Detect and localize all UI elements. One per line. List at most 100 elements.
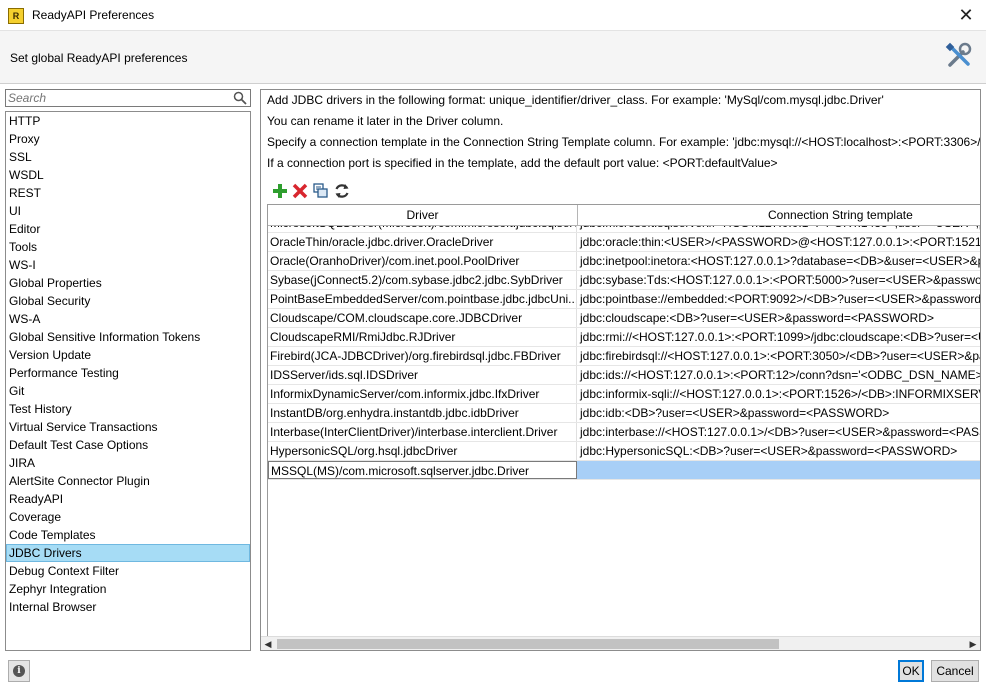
driver-cell[interactable]: Interbase(InterClientDriver)/interbase.i… [268,423,577,441]
connection-string-cell[interactable]: jdbc:idb:<DB>?user=<USER>&password=<PASS… [578,404,980,422]
sidebar-item[interactable]: Coverage [6,508,250,526]
sidebar-item[interactable]: Virtual Service Transactions [6,418,250,436]
sidebar-item[interactable]: Internal Browser [6,598,250,616]
table-row[interactable]: HypersonicSQL/org.hsql.jdbcDriver jdbc:Hy… [268,442,980,461]
sidebar-item[interactable]: WS-A [6,310,250,328]
preferences-sidebar: HTTPProxySSLWSDLRESTUIEditorToolsWS-IGlo… [5,89,251,651]
sidebar-item[interactable]: Global Sensitive Information Tokens [6,328,250,346]
table-body: MicrosoftSQLServer(Microsoft)/com.micros… [268,226,980,486]
driver-cell[interactable]: OracleThin/oracle.jdbc.driver.OracleDriv… [268,233,577,251]
table-row[interactable]: MicrosoftSQLServer(Microsoft)/com.micros… [268,226,980,233]
scroll-right-arrow[interactable]: ▶ [966,637,980,650]
table-row[interactable]: MSSQL(MS)/com.microsoft.sqlserver.jdbc.D… [268,461,980,480]
connection-string-cell[interactable]: jdbc:pointbase://embedded:<PORT:9092>/<D… [578,290,980,308]
sidebar-item[interactable]: SSL [6,148,250,166]
sidebar-item[interactable]: AlertSite Connector Plugin [6,472,250,490]
sidebar-item[interactable]: ReadyAPI [6,490,250,508]
dialog-header: Set global ReadyAPI preferences [0,31,986,84]
sidebar-item[interactable]: JDBC Drivers [6,544,250,562]
sidebar-item[interactable]: WS-I [6,256,250,274]
table-header: Driver Connection String template [268,205,980,226]
table-row[interactable]: Interbase(InterClientDriver)/interbase.i… [268,423,980,442]
table-row[interactable]: IDSServer/ids.sql.IDSDriver jdbc:ids://<H… [268,366,980,385]
column-header-driver[interactable]: Driver [268,205,578,225]
copy-icon[interactable] [312,182,330,200]
search-icon[interactable] [233,91,247,105]
sidebar-item[interactable]: Zephyr Integration [6,580,250,598]
driver-cell[interactable]: Sybase(jConnect5.2)/com.sybase.jdbc2.jdb… [268,271,577,289]
connection-string-cell[interactable]: jdbc:informix-sqli://<HOST:127.0.0.1>:<P… [578,385,980,403]
connection-string-cell[interactable]: jdbc:sybase:Tds:<HOST:127.0.0.1>:<PORT:5… [578,271,980,289]
close-button[interactable]: ✕ [954,4,978,26]
table-row[interactable]: InformixDynamicServer/com.informix.jdbc.… [268,385,980,404]
table-row[interactable]: InstantDB/org.enhydra.instantdb.jdbc.idb… [268,404,980,423]
driver-cell[interactable]: Oracle(OranhoDriver)/com.inet.pool.PoolD… [268,252,577,270]
sidebar-item[interactable]: Test History [6,400,250,418]
sidebar-item[interactable]: Global Security [6,292,250,310]
readyapi-logo-icon: R [8,8,24,24]
table-row[interactable]: Sybase(jConnect5.2)/com.sybase.jdbc2.jdb… [268,271,980,290]
driver-cell[interactable]: Cloudscape/COM.cloudscape.core.JDBCDrive… [268,309,577,327]
refresh-icon[interactable] [333,182,351,200]
sidebar-item[interactable]: Global Properties [6,274,250,292]
sidebar-item[interactable]: REST [6,184,250,202]
table-row[interactable]: Firebird(JCA-JDBCDriver)/org.firebirdsql… [268,347,980,366]
ok-button[interactable]: OK [898,660,924,682]
tools-icon [945,42,972,67]
sidebar-item[interactable]: Git [6,382,250,400]
driver-cell[interactable]: Firebird(JCA-JDBCDriver)/org.firebirdsql… [268,347,577,365]
preferences-list: HTTP Proxy SSL WSDL REST UI Editor Tools WS-I Glo… [5,111,251,651]
sidebar-item[interactable]: Proxy [6,130,250,148]
column-header-connection-string[interactable]: Connection String template [578,205,980,225]
connection-string-cell[interactable]: jdbc:inetpool:inetora:<HOST:127.0.0.1>?d… [578,252,980,270]
horizontal-scrollbar[interactable]: ◀ ▶ [261,636,980,650]
table-row[interactable]: PointBaseEmbeddedServer/com.pointbase.jd… [268,290,980,309]
driver-cell[interactable]: InformixDynamicServer/com.informix.jdbc.… [268,385,577,403]
connection-string-cell[interactable]: jdbc:microsoft:sqlserver://<HOST:127.0.0… [578,226,980,232]
info-line: Add JDBC drivers in the following format… [267,93,884,107]
driver-cell[interactable]: CloudscapeRMI/RmiJdbc.RJDriver [268,328,577,346]
connection-string-cell[interactable] [578,461,980,479]
table-row[interactable]: CloudscapeRMI/RmiJdbc.RJDriver jdbc:rmi:/… [268,328,980,347]
info-line: If a connection port is specified in the… [267,156,778,170]
info-line: Specify a connection template in the Con… [267,135,981,149]
sidebar-item[interactable]: Tools [6,238,250,256]
remove-icon[interactable] [291,182,309,200]
sidebar-item[interactable]: Default Test Case Options [6,436,250,454]
sidebar-item[interactable]: Performance Testing [6,364,250,382]
connection-string-cell[interactable]: jdbc:firebirdsql://<HOST:127.0.0.1>:<POR… [578,347,980,365]
driver-cell[interactable]: InstantDB/org.enhydra.instantdb.jdbc.idb… [268,404,577,422]
drivers-table: Driver Connection String template Micros… [267,204,980,636]
sidebar-item[interactable]: Editor [6,220,250,238]
connection-string-cell[interactable]: jdbc:cloudscape:<DB>?user=<USER>&passwor… [578,309,980,327]
connection-string-cell[interactable]: jdbc:HypersonicSQL:<DB>?user=<USER>&pass… [578,442,980,460]
sidebar-item[interactable]: WSDL [6,166,250,184]
connection-string-cell[interactable]: jdbc:interbase://<HOST:127.0.0.1>/<DB>?u… [578,423,980,441]
sidebar-item[interactable]: Code Templates [6,526,250,544]
driver-cell[interactable]: MSSQL(MS)/com.microsoft.sqlserver.jdbc.D… [268,461,577,479]
sidebar-item[interactable]: Version Update [6,346,250,364]
cancel-button[interactable]: Cancel [931,660,979,682]
table-row[interactable]: Oracle(OranhoDriver)/com.inet.pool.PoolD… [268,252,980,271]
driver-cell[interactable]: PointBaseEmbeddedServer/com.pointbase.jd… [268,290,577,308]
search-box [5,89,251,107]
title-bar: R ReadyAPI Preferences ✕ [0,0,986,31]
driver-cell[interactable]: HypersonicSQL/org.hsql.jdbcDriver [268,442,577,460]
connection-string-cell[interactable]: jdbc:rmi://<HOST:127.0.0.1>:<PORT:1099>/… [578,328,980,346]
sidebar-item[interactable]: HTTP [6,112,250,130]
driver-cell[interactable]: MicrosoftSQLServer(Microsoft)/com.micros… [268,226,577,232]
table-row[interactable]: Cloudscape/COM.cloudscape.core.JDBCDrive… [268,309,980,328]
scroll-left-arrow[interactable]: ◀ [261,637,275,650]
sidebar-item[interactable]: UI [6,202,250,220]
info-icon: i [13,665,25,677]
table-row[interactable]: OracleThin/oracle.jdbc.driver.OracleDriv… [268,233,980,252]
help-button[interactable]: i [8,660,30,682]
search-input[interactable] [8,91,230,105]
connection-string-cell[interactable]: jdbc:oracle:thin:<USER>/<PASSWORD>@<HOST… [578,233,980,251]
driver-cell[interactable]: IDSServer/ids.sql.IDSDriver [268,366,577,384]
connection-string-cell[interactable]: jdbc:ids://<HOST:127.0.0.1>:<PORT:12>/co… [578,366,980,384]
sidebar-item[interactable]: Debug Context Filter [6,562,250,580]
sidebar-item[interactable]: JIRA [6,454,250,472]
scroll-thumb[interactable] [277,639,779,649]
add-icon[interactable] [271,182,289,200]
